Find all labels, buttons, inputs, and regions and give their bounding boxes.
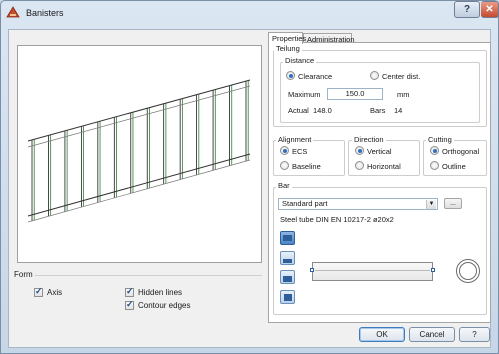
- baseline-label: Baseline: [292, 162, 321, 171]
- direction-label: Direction: [352, 135, 386, 144]
- form-group-title: Form: [12, 270, 35, 279]
- profile-view-top-icon[interactable]: [280, 231, 295, 245]
- bars-label: Bars: [370, 106, 386, 115]
- close-button[interactable]: ✕: [481, 1, 499, 18]
- tool-glyph: [284, 294, 292, 301]
- browse-button[interactable]: ...: [444, 198, 462, 209]
- clearance-radio[interactable]: [286, 71, 295, 80]
- title-help-button[interactable]: ?: [454, 1, 480, 18]
- profile-view-side-icon[interactable]: [280, 251, 295, 265]
- horizontal-label: Horizontal: [367, 162, 401, 171]
- window-title: Banisters: [26, 8, 64, 18]
- upper-rail-line-2: [27, 85, 251, 148]
- profile-view-bottom-icon[interactable]: [280, 290, 295, 304]
- outline-label: Outline: [442, 162, 466, 171]
- tool-glyph: [283, 259, 292, 263]
- orthogonal-radio[interactable]: [430, 146, 439, 155]
- bar-label: Bar: [276, 181, 292, 190]
- lower-rail-line: [27, 153, 251, 217]
- bar-description: Steel tube DIN EN 10217-2 ø20x2: [280, 215, 394, 224]
- tool-glyph: [283, 276, 292, 282]
- hidden-lines-label: Hidden lines: [138, 288, 183, 297]
- tool-glyph: [283, 235, 292, 241]
- ecs-radio[interactable]: [280, 146, 289, 155]
- preview-drawing: [27, 79, 251, 223]
- actual-label: Actual: [288, 106, 309, 115]
- bar-type-value: Standard part: [282, 199, 328, 208]
- hidden-lines-checkbox[interactable]: [125, 286, 134, 297]
- maximum-unit: mm: [397, 90, 410, 99]
- teilung-label: Teilung: [274, 44, 302, 53]
- tab-properties[interactable]: Properties: [268, 32, 306, 44]
- baseline-radio[interactable]: [280, 161, 289, 170]
- center-dist-label: Center dist.: [382, 72, 421, 81]
- form-separator: [17, 275, 262, 276]
- profile-view-front-icon[interactable]: [280, 270, 295, 284]
- app-icon: [6, 6, 20, 18]
- orthogonal-label: Orthogonal: [442, 147, 480, 156]
- maximum-input[interactable]: 150.0: [327, 88, 383, 100]
- actual-value: 148.0: [313, 106, 332, 115]
- alignment-label: Alignment: [276, 135, 314, 144]
- contour-edges-label: Contour edges: [138, 301, 191, 310]
- vertical-label: Vertical: [367, 147, 392, 156]
- vertical-radio[interactable]: [355, 146, 364, 155]
- axis-checkbox[interactable]: [34, 286, 43, 297]
- upper-rail-line: [27, 79, 251, 142]
- maximum-label: Maximum: [288, 90, 321, 99]
- axis-label: Axis: [47, 288, 63, 297]
- title-bar: Banisters ? ✕: [0, 0, 499, 26]
- chevron-down-icon: ▼: [426, 200, 436, 209]
- outline-radio[interactable]: [430, 161, 439, 170]
- bar-profile-preview: [312, 262, 433, 281]
- clearance-label: Clearance: [298, 72, 333, 81]
- horizontal-radio[interactable]: [355, 161, 364, 170]
- bars-group: [31, 80, 249, 221]
- contour-edges-checkbox[interactable]: [125, 299, 134, 310]
- distance-label: Distance: [283, 56, 317, 65]
- help-button[interactable]: ?: [459, 327, 490, 342]
- cancel-button[interactable]: Cancel: [409, 327, 455, 342]
- center-dist-radio[interactable]: [370, 71, 379, 80]
- ecs-label: ECS: [292, 147, 308, 156]
- lower-rail-line-2: [27, 159, 251, 223]
- banister-preview[interactable]: [17, 45, 262, 263]
- bar-handle-left[interactable]: [310, 268, 314, 272]
- bars-value: 14: [394, 106, 403, 115]
- cutting-label: Cutting: [426, 135, 454, 144]
- bar-center-line: [315, 270, 430, 271]
- bar-type-select[interactable]: Standard part ▼: [278, 198, 438, 210]
- tube-section-inner: [459, 262, 477, 280]
- ok-button[interactable]: OK: [359, 327, 405, 342]
- bar-handle-right[interactable]: [431, 268, 435, 272]
